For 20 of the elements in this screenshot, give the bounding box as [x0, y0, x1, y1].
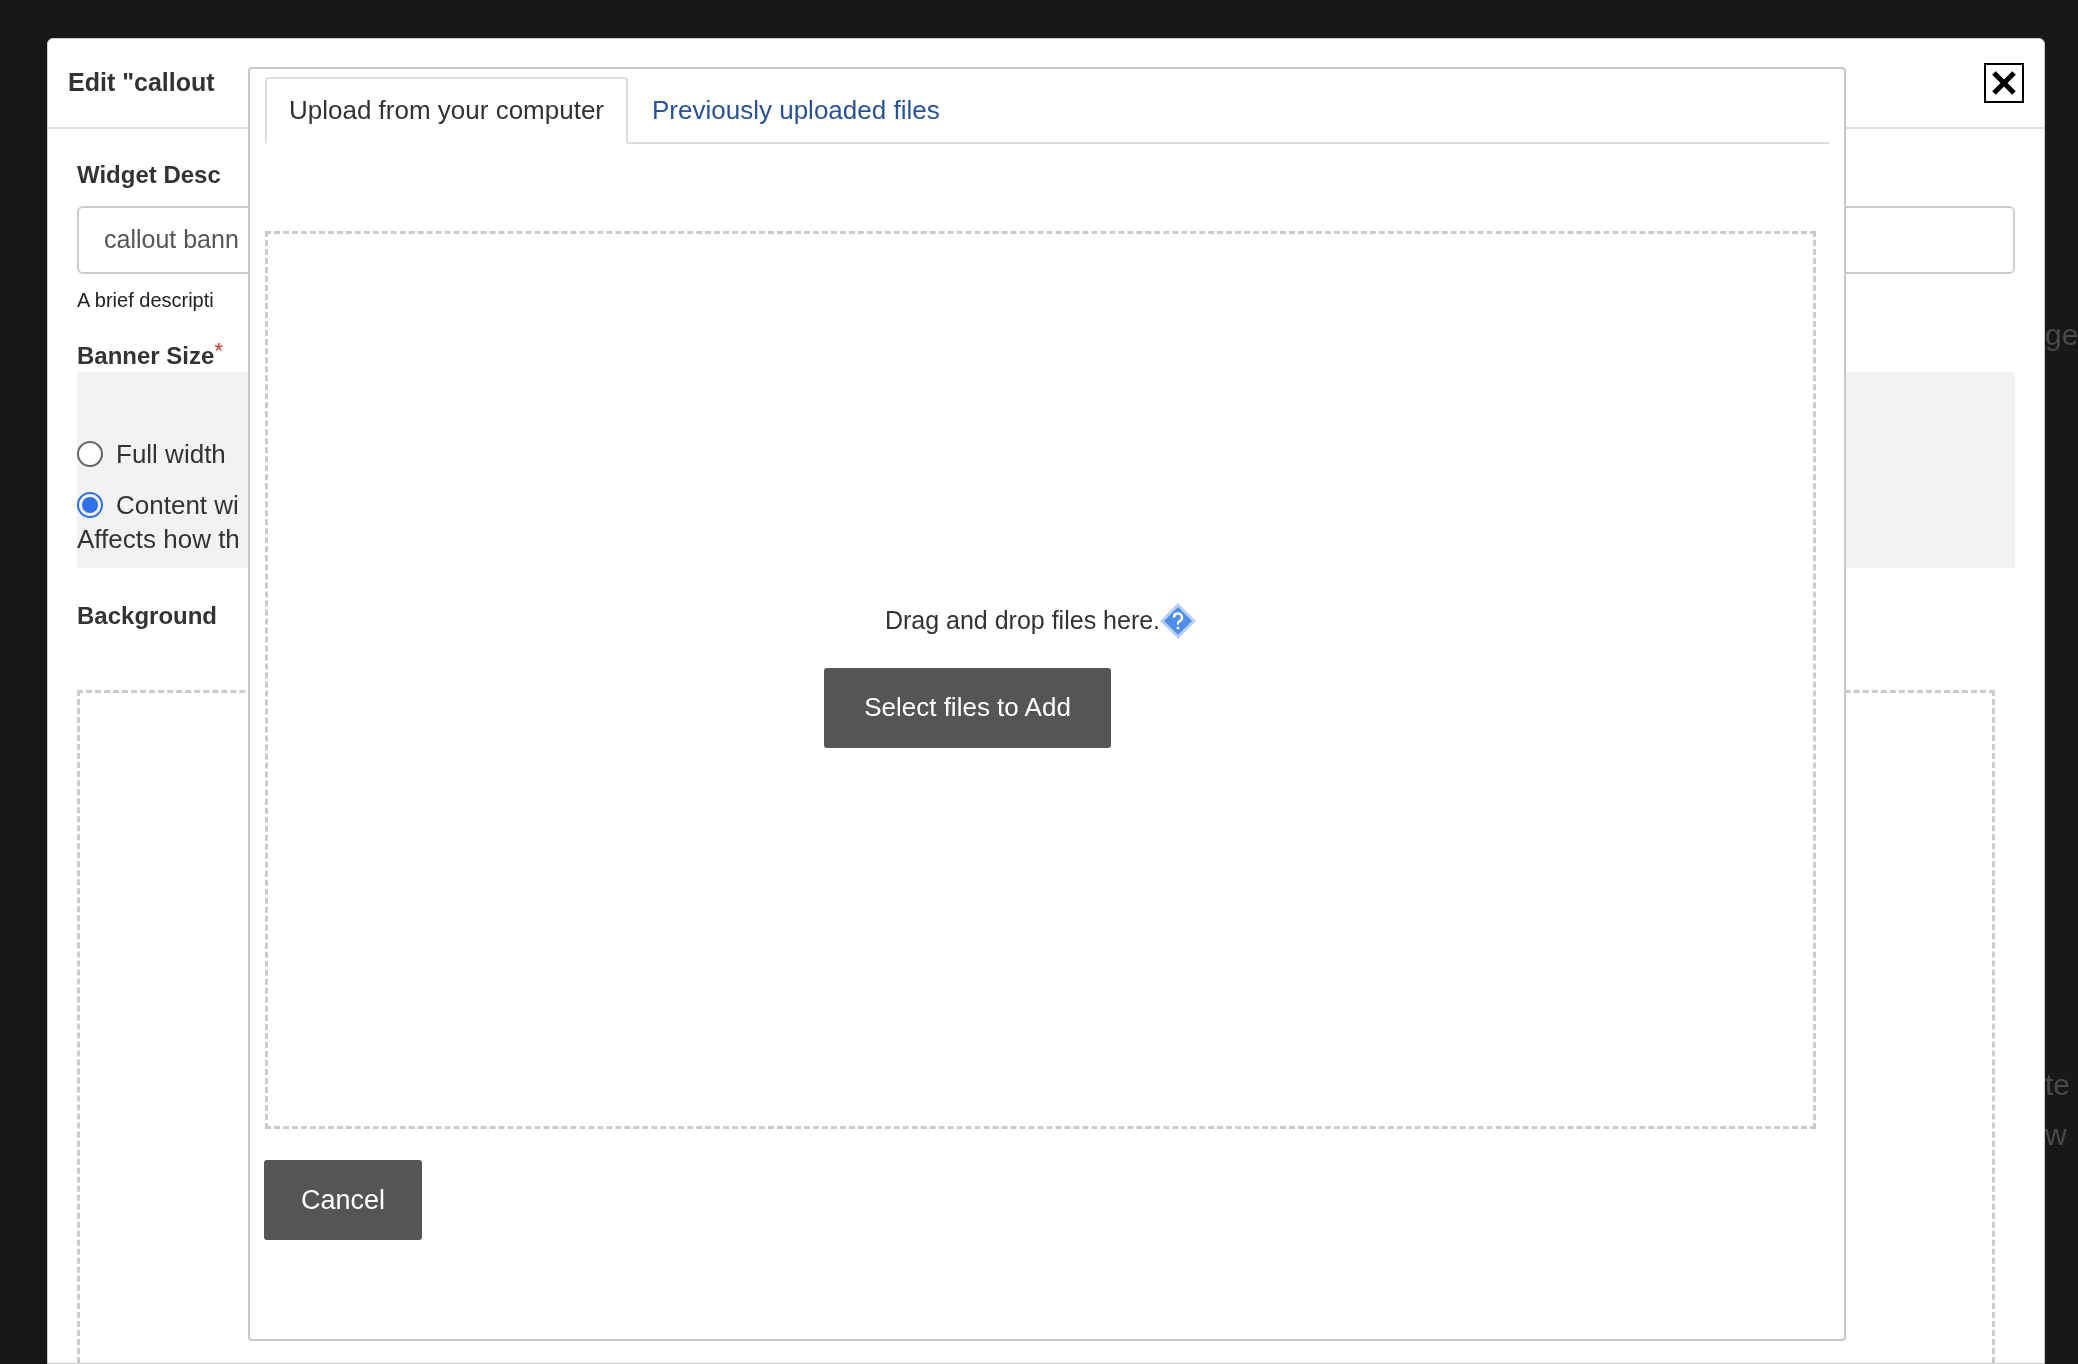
required-mark: * — [214, 340, 223, 362]
cancel-button[interactable]: Cancel — [264, 1160, 422, 1240]
field-label: Widget Desc — [77, 160, 221, 190]
help-text: Affects how th — [77, 523, 240, 556]
close-button[interactable] — [1984, 63, 2024, 103]
dialog-title: Edit "callout — [68, 67, 215, 99]
radio-label[interactable]: Content wi — [116, 485, 239, 525]
tab[interactable]: Previously uploaded files — [628, 77, 964, 144]
select-files-button[interactable]: Select files to Add — [824, 667, 1111, 748]
field-label: Banner Size — [77, 341, 215, 371]
close-icon — [1991, 70, 2017, 96]
field-label: Background — [77, 601, 217, 631]
drop-instructions: Drag and drop files here. — [884, 605, 1161, 636]
tab[interactable]: Upload from your computer — [265, 77, 629, 144]
file-drop-zone[interactable]: Drag and drop files here. Select files to Add — [265, 231, 1816, 1129]
radio-button[interactable] — [77, 441, 103, 467]
help-text: A brief descripti — [77, 288, 214, 313]
radio-label[interactable]: Full width — [116, 434, 226, 474]
help-icon[interactable] — [1160, 602, 1197, 639]
radio-button[interactable] — [77, 492, 103, 518]
